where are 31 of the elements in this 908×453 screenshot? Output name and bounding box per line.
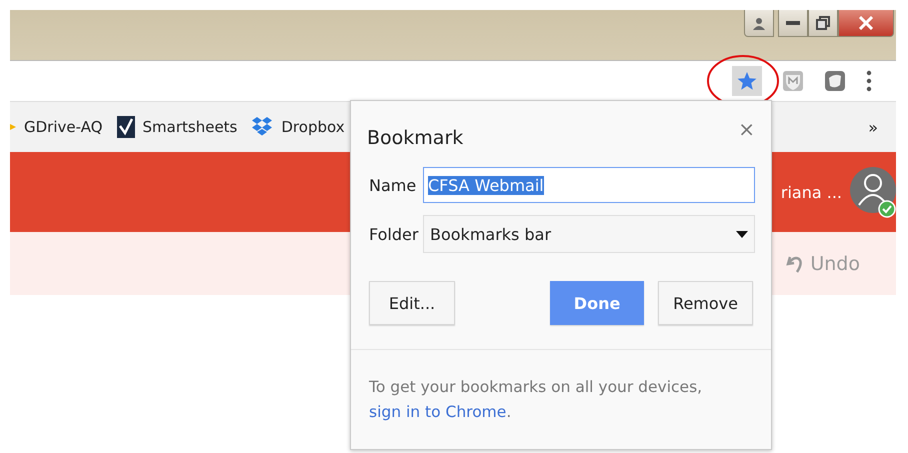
extension-icon[interactable] — [824, 70, 846, 92]
minimize-button[interactable] — [778, 10, 808, 37]
folder-dropdown[interactable]: Bookmarks bar — [423, 215, 755, 253]
star-icon — [737, 71, 757, 91]
dialog-button[interactable]: Edit... — [369, 281, 455, 325]
dropdown-arrow-icon — [736, 230, 748, 238]
menu-icon[interactable] — [866, 70, 872, 92]
dialog-title: Bookmark — [367, 127, 464, 149]
more-bookmarks-button[interactable]: » — [868, 118, 878, 136]
restore-button[interactable] — [808, 10, 838, 37]
bookmark-star-button[interactable] — [732, 66, 762, 96]
user-name: riana ... — [780, 182, 842, 202]
shield-icon[interactable] — [782, 70, 804, 92]
folder-label: Folder — [369, 224, 420, 244]
profile-button[interactable] — [744, 10, 774, 37]
bookmark-link[interactable]: GDrive-AQ — [24, 118, 103, 136]
bookmark-link[interactable]: Smartsheets — [142, 118, 238, 136]
name-label: Name — [369, 176, 418, 194]
bookmark-link[interactable]: Dropbox — [281, 118, 345, 136]
close-icon — [859, 16, 873, 30]
sync-message: To get your bookmarks on all your devices, sign in to Chrome. — [368, 377, 704, 423]
close-window-button[interactable] — [838, 10, 894, 37]
name-field[interactable]: CFSA Webmail — [423, 167, 755, 203]
close-button[interactable]: × — [738, 119, 755, 139]
dialog-button[interactable]: Remove — [658, 281, 753, 325]
minimize-icon — [786, 21, 800, 25]
person-icon — [753, 16, 765, 30]
restore-icon — [816, 16, 830, 30]
checkmark-icon — [116, 116, 135, 138]
avatar-icon[interactable] — [850, 165, 896, 219]
sign-in-link[interactable]: sign in to Chrome — [369, 403, 506, 421]
